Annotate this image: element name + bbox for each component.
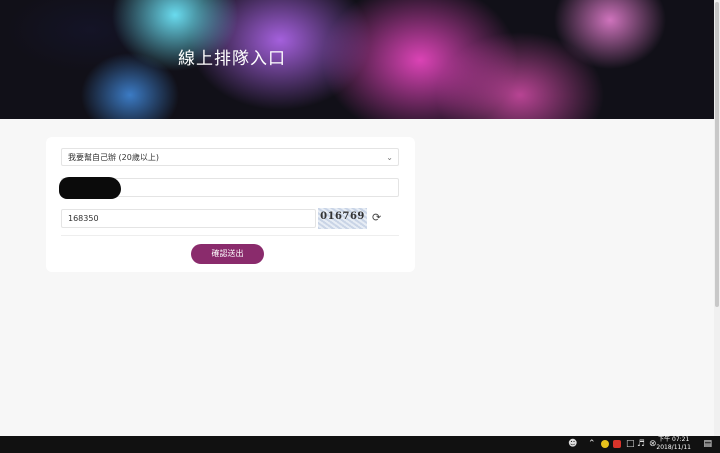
- close-circle-icon[interactable]: ⊗: [649, 439, 657, 449]
- captcha-input[interactable]: 168350: [61, 209, 316, 228]
- applicant-type-select[interactable]: 我要幫自己辦 (20歲以上) ⌄: [61, 148, 399, 166]
- clock-time: 下午 07:21: [658, 436, 690, 443]
- queue-form-card: 我要幫自己辦 (20歲以上) ⌄ 168350 016769 ⟳ 確認送出: [46, 137, 415, 272]
- windows-taskbar: ☻ ⌃ □ ♬ ⊗ 下午 07:21 2018/11/11 ▤: [0, 436, 720, 453]
- divider: [61, 235, 399, 236]
- refresh-icon[interactable]: ⟳: [372, 211, 381, 224]
- app-tray-icon[interactable]: [601, 440, 609, 448]
- notification-icon[interactable]: ▤: [703, 439, 712, 449]
- captcha-image: 016769: [318, 208, 367, 229]
- volume-icon[interactable]: ♬: [637, 439, 645, 449]
- redacted-content: [59, 177, 121, 199]
- people-icon[interactable]: ☻: [568, 439, 577, 449]
- clock-date: 2018/11/11: [656, 444, 691, 451]
- applicant-type-value: 我要幫自己辦 (20歲以上): [68, 153, 159, 162]
- submit-button[interactable]: 確認送出: [191, 244, 264, 264]
- app-tray-icon-red[interactable]: [613, 440, 621, 448]
- chevron-up-icon[interactable]: ⌃: [588, 439, 596, 449]
- system-clock[interactable]: 下午 07:21 2018/11/11: [656, 436, 691, 452]
- scrollbar-thumb[interactable]: [715, 2, 719, 307]
- network-icon[interactable]: □: [626, 439, 635, 449]
- page-title: 線上排隊入口: [178, 49, 286, 69]
- chevron-down-icon: ⌄: [386, 153, 393, 162]
- name-input[interactable]: [59, 177, 399, 199]
- header-banner: 線上排隊入口: [0, 0, 714, 119]
- vertical-scrollbar[interactable]: [714, 0, 720, 436]
- captcha-image-text: 016769: [320, 211, 365, 222]
